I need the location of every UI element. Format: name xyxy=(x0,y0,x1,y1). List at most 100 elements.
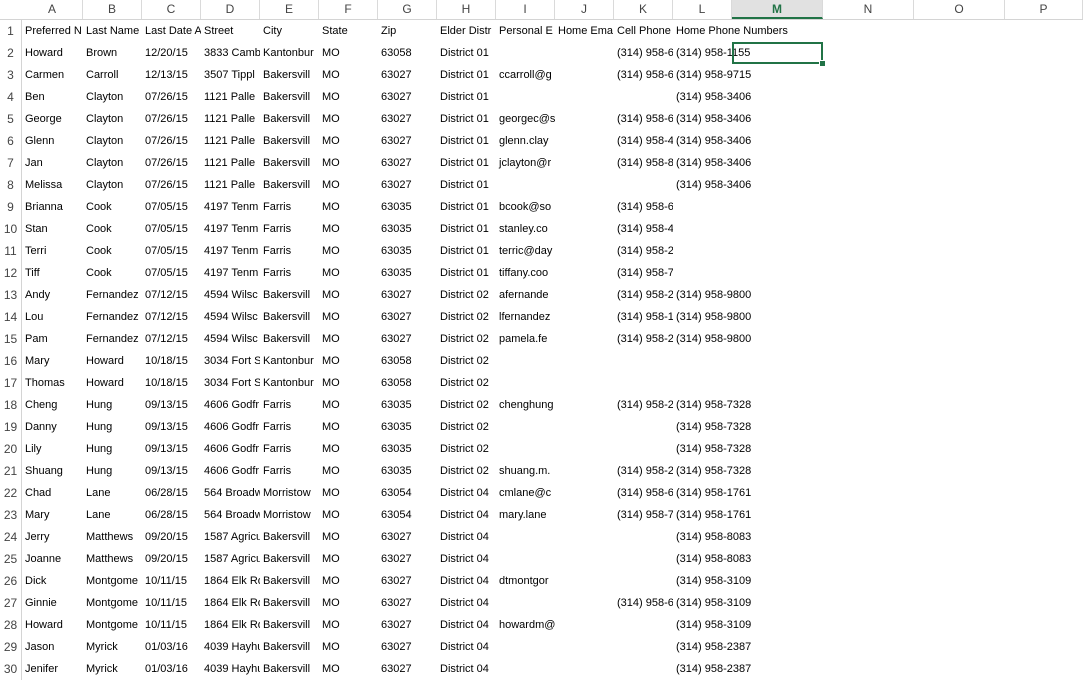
column-header-m[interactable]: M xyxy=(732,0,823,19)
row-header-25[interactable]: 25 xyxy=(0,548,22,570)
cell-d23[interactable]: 564 Broadw xyxy=(201,504,260,526)
cell-j25[interactable] xyxy=(555,548,614,570)
cell-d2[interactable]: 3833 Camb xyxy=(201,42,260,64)
cell-e17[interactable]: Kantonbur xyxy=(260,372,319,394)
cell-e5[interactable]: Bakersvill xyxy=(260,108,319,130)
cell-h16[interactable]: District 02 xyxy=(437,350,496,372)
cell-d25[interactable]: 1587 Agricu xyxy=(201,548,260,570)
cell-k3[interactable]: (314) 958-6 xyxy=(614,64,673,86)
cell-h13[interactable]: District 02 xyxy=(437,284,496,306)
cell-d12[interactable]: 4197 Tenm xyxy=(201,262,260,284)
cell-f22[interactable]: MO xyxy=(319,482,378,504)
cell-j12[interactable] xyxy=(555,262,614,284)
cell-e4[interactable]: Bakersvill xyxy=(260,86,319,108)
row-header-15[interactable]: 15 xyxy=(0,328,22,350)
cell-a16[interactable]: Mary xyxy=(22,350,83,372)
row-header-24[interactable]: 24 xyxy=(0,526,22,548)
row-header-7[interactable]: 7 xyxy=(0,152,22,174)
cell-g9[interactable]: 63035 xyxy=(378,196,437,218)
cell-h11[interactable]: District 01 xyxy=(437,240,496,262)
cell-i2[interactable] xyxy=(496,42,555,64)
cell-i1[interactable]: Personal E xyxy=(496,20,555,42)
cell-h15[interactable]: District 02 xyxy=(437,328,496,350)
cell-g5[interactable]: 63027 xyxy=(378,108,437,130)
cell-l4[interactable]: (314) 958-3406 xyxy=(673,86,793,108)
column-header-k[interactable]: K xyxy=(614,0,673,19)
cell-a20[interactable]: Lily xyxy=(22,438,83,460)
cell-g30[interactable]: 63027 xyxy=(378,658,437,680)
cell-c10[interactable]: 07/05/15 xyxy=(142,218,201,240)
cell-f30[interactable]: MO xyxy=(319,658,378,680)
cell-a30[interactable]: Jenifer xyxy=(22,658,83,680)
cell-c13[interactable]: 07/12/15 xyxy=(142,284,201,306)
cell-b3[interactable]: Carroll xyxy=(83,64,142,86)
cell-l18[interactable]: (314) 958-7328 xyxy=(673,394,793,416)
cell-f3[interactable]: MO xyxy=(319,64,378,86)
cell-h20[interactable]: District 02 xyxy=(437,438,496,460)
cell-i6[interactable]: glenn.clay xyxy=(496,130,555,152)
cell-l5[interactable]: (314) 958-3406 xyxy=(673,108,793,130)
cell-c16[interactable]: 10/18/15 xyxy=(142,350,201,372)
cell-e27[interactable]: Bakersvill xyxy=(260,592,319,614)
cell-e14[interactable]: Bakersvill xyxy=(260,306,319,328)
row-header-13[interactable]: 13 xyxy=(0,284,22,306)
cell-l30[interactable]: (314) 958-2387 xyxy=(673,658,793,680)
cell-f20[interactable]: MO xyxy=(319,438,378,460)
cell-a8[interactable]: Melissa xyxy=(22,174,83,196)
cell-l19[interactable]: (314) 958-7328 xyxy=(673,416,793,438)
cell-f15[interactable]: MO xyxy=(319,328,378,350)
cell-b8[interactable]: Clayton xyxy=(83,174,142,196)
column-header-d[interactable]: D xyxy=(201,0,260,19)
cell-k30[interactable] xyxy=(614,658,673,680)
cell-i17[interactable] xyxy=(496,372,555,394)
row-header-11[interactable]: 11 xyxy=(0,240,22,262)
cell-l17[interactable] xyxy=(673,372,793,394)
cell-k25[interactable] xyxy=(614,548,673,570)
cell-f9[interactable]: MO xyxy=(319,196,378,218)
cell-i23[interactable]: mary.lane xyxy=(496,504,555,526)
cell-e22[interactable]: Morristow xyxy=(260,482,319,504)
cell-h19[interactable]: District 02 xyxy=(437,416,496,438)
cell-j9[interactable] xyxy=(555,196,614,218)
cell-f18[interactable]: MO xyxy=(319,394,378,416)
cell-i22[interactable]: cmlane@c xyxy=(496,482,555,504)
cell-b18[interactable]: Hung xyxy=(83,394,142,416)
cell-f16[interactable]: MO xyxy=(319,350,378,372)
column-header-i[interactable]: I xyxy=(496,0,555,19)
cell-f10[interactable]: MO xyxy=(319,218,378,240)
cell-b4[interactable]: Clayton xyxy=(83,86,142,108)
cell-a11[interactable]: Terri xyxy=(22,240,83,262)
row-header-8[interactable]: 8 xyxy=(0,174,22,196)
cell-k19[interactable] xyxy=(614,416,673,438)
cell-j11[interactable] xyxy=(555,240,614,262)
cell-b15[interactable]: Fernandez xyxy=(83,328,142,350)
cell-h10[interactable]: District 01 xyxy=(437,218,496,240)
cell-k14[interactable]: (314) 958-1 xyxy=(614,306,673,328)
cell-b30[interactable]: Myrick xyxy=(83,658,142,680)
cell-d17[interactable]: 3034 Fort S xyxy=(201,372,260,394)
cell-j26[interactable] xyxy=(555,570,614,592)
cell-b22[interactable]: Lane xyxy=(83,482,142,504)
cell-d19[interactable]: 4606 Godfr xyxy=(201,416,260,438)
cell-d3[interactable]: 3507 Tippl xyxy=(201,64,260,86)
row-header-27[interactable]: 27 xyxy=(0,592,22,614)
cell-j15[interactable] xyxy=(555,328,614,350)
cell-k15[interactable]: (314) 958-2 xyxy=(614,328,673,350)
cell-j10[interactable] xyxy=(555,218,614,240)
cell-g20[interactable]: 63035 xyxy=(378,438,437,460)
cell-c7[interactable]: 07/26/15 xyxy=(142,152,201,174)
cell-g17[interactable]: 63058 xyxy=(378,372,437,394)
row-header-23[interactable]: 23 xyxy=(0,504,22,526)
cell-b12[interactable]: Cook xyxy=(83,262,142,284)
cell-f28[interactable]: MO xyxy=(319,614,378,636)
row-header-4[interactable]: 4 xyxy=(0,86,22,108)
cell-h28[interactable]: District 04 xyxy=(437,614,496,636)
cell-d22[interactable]: 564 Broadw xyxy=(201,482,260,504)
cell-i12[interactable]: tiffany.coo xyxy=(496,262,555,284)
row-header-1[interactable]: 1 xyxy=(0,20,22,42)
cell-j21[interactable] xyxy=(555,460,614,482)
cell-e16[interactable]: Kantonbur xyxy=(260,350,319,372)
cell-l14[interactable]: (314) 958-9800 xyxy=(673,306,793,328)
cell-k2[interactable]: (314) 958-6 xyxy=(614,42,673,64)
cell-c24[interactable]: 09/20/15 xyxy=(142,526,201,548)
